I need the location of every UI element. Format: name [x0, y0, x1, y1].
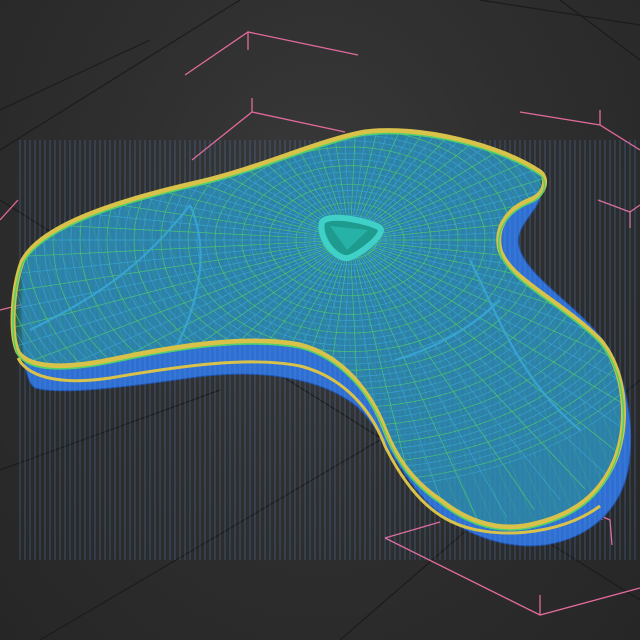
viewport-scene[interactable]: [0, 0, 640, 640]
3d-viewport[interactable]: [0, 0, 640, 640]
